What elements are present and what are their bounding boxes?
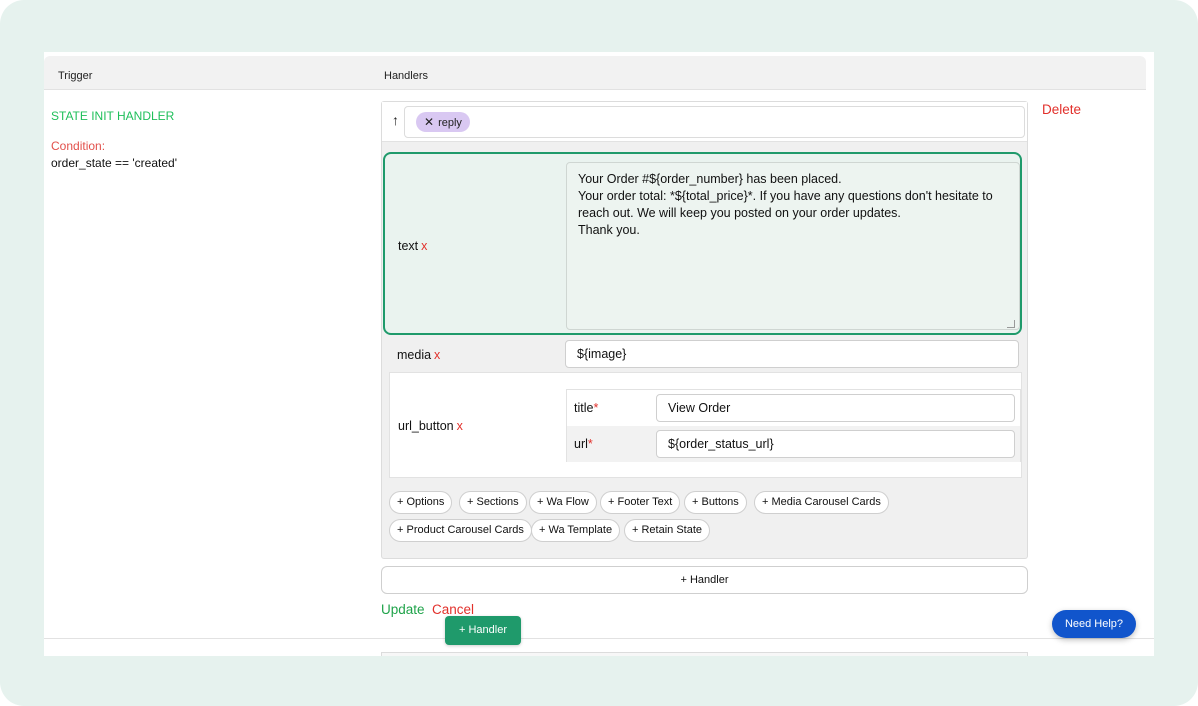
add-wa-flow-button[interactable]: + Wa Flow — [529, 491, 597, 514]
condition-label: Condition: — [51, 139, 106, 153]
url-input[interactable]: ${order_status_url} — [656, 430, 1015, 458]
delete-button[interactable]: Delete — [1042, 102, 1081, 117]
text-field-label: text x — [398, 239, 427, 253]
add-wa-template-button[interactable]: + Wa Template — [531, 519, 621, 542]
title-label: title* — [574, 401, 599, 415]
url-button-subtable: title* View Order url* ${order_status_ur… — [566, 389, 1021, 462]
remove-text-button[interactable]: x — [421, 239, 427, 253]
arrow-up-icon[interactable]: ↑ — [392, 112, 399, 128]
reply-chip[interactable]: ✕ reply — [416, 112, 470, 132]
text-field-row: text x Your Order #${order_number} has be… — [383, 152, 1022, 335]
handlers-column-header: Handlers — [384, 70, 429, 82]
row-divider — [44, 638, 1154, 639]
media-input[interactable]: ${image} — [565, 340, 1019, 368]
update-button[interactable]: Update — [381, 602, 425, 617]
add-product-carousel-cards-button[interactable]: + Product Carousel Cards — [389, 519, 532, 542]
url-button-field-label: url_button x — [398, 419, 463, 433]
reply-chip-label: reply — [438, 117, 462, 129]
add-handler-button[interactable]: + Handler — [381, 566, 1028, 594]
add-retain-state-button[interactable]: + Retain State — [624, 519, 711, 542]
url-button-field-row: url_button x title* View Order url* ${ord… — [389, 372, 1022, 478]
media-field-row: media x ${image} — [389, 337, 1022, 375]
add-buttons-button[interactable]: + Buttons — [684, 491, 747, 514]
handler-editor: ↑ ✕ reply text x Your Order #${order_numbe… — [381, 101, 1028, 559]
need-help-button[interactable]: Need Help? — [1052, 610, 1136, 638]
remove-media-button[interactable]: x — [434, 348, 440, 362]
text-textarea[interactable]: Your Order #${order_number} has been pla… — [566, 162, 1020, 330]
handler-type-select[interactable]: ✕ reply — [404, 106, 1025, 138]
media-field-label: media x — [397, 348, 440, 362]
add-options-button[interactable]: + Options — [389, 491, 453, 514]
next-handler-box — [381, 652, 1028, 656]
app-frame: Trigger Handlers STATE INIT HANDLER Cond… — [0, 0, 1198, 706]
media-label: media — [397, 348, 432, 362]
text-label: text — [398, 239, 419, 253]
url-label: url* — [574, 437, 593, 451]
condition-value: order_state == 'created' — [51, 156, 177, 170]
title-row: title* View Order — [567, 390, 1020, 426]
url-row: url* ${order_status_url} — [567, 426, 1020, 462]
handler-type-row: ↑ ✕ reply — [382, 102, 1027, 142]
add-sections-button[interactable]: + Sections — [459, 491, 527, 514]
title-input[interactable]: View Order — [656, 394, 1015, 422]
handlers-panel: Trigger Handlers STATE INIT HANDLER Cond… — [44, 52, 1154, 656]
url-button-label: url_button — [398, 419, 454, 433]
trigger-column-header: Trigger — [58, 70, 93, 82]
add-footer-text-button[interactable]: + Footer Text — [600, 491, 681, 514]
remove-url-button-button[interactable]: x — [457, 419, 463, 433]
close-icon[interactable]: ✕ — [424, 115, 434, 129]
cancel-button[interactable]: Cancel — [432, 602, 474, 617]
add-media-carousel-cards-button[interactable]: + Media Carousel Cards — [754, 491, 889, 514]
resize-handle-icon[interactable] — [1007, 320, 1015, 328]
table-header: Trigger Handlers — [44, 56, 1146, 90]
add-handler-primary-button[interactable]: + Handler — [445, 616, 521, 645]
trigger-name: STATE INIT HANDLER — [51, 109, 175, 123]
